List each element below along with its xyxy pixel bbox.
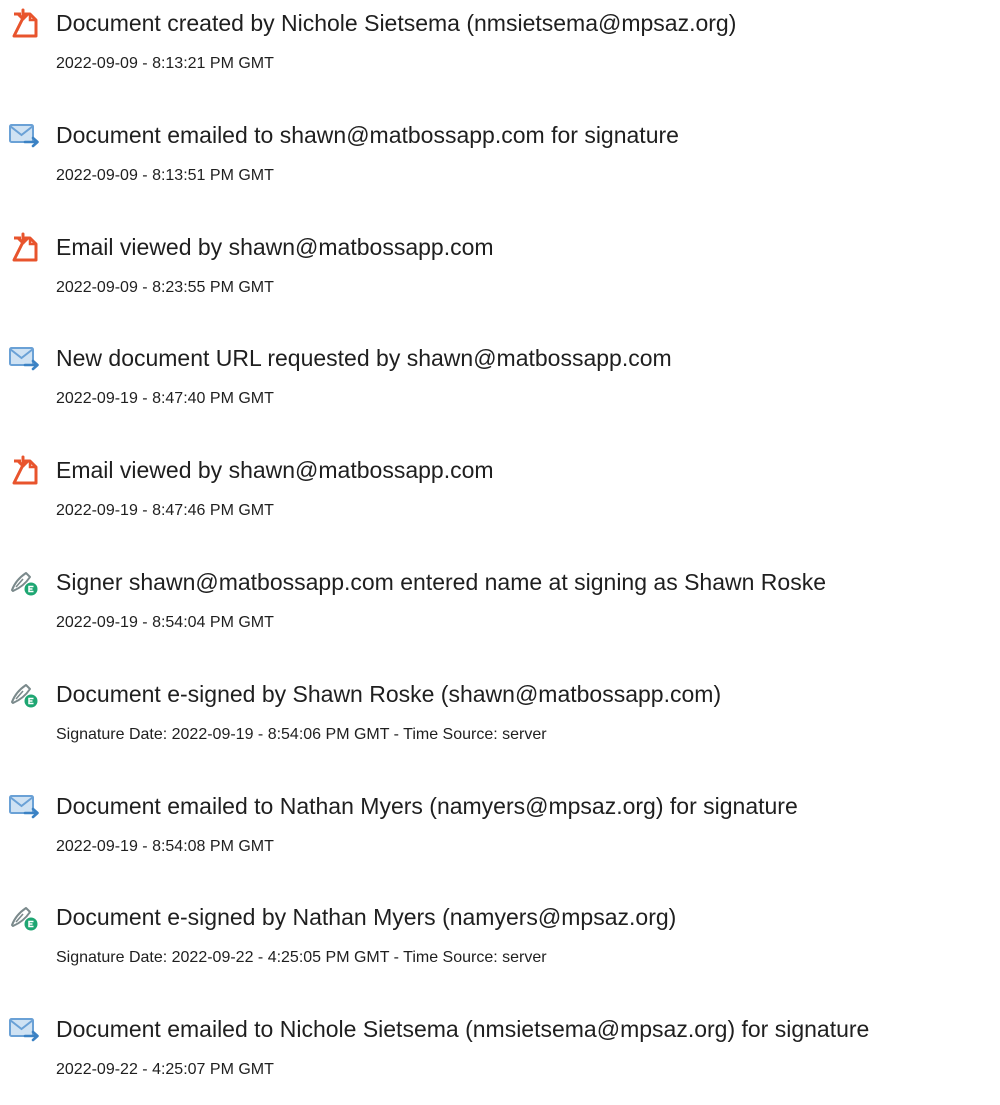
entry-signature-date: Signature Date: 2022-09-19 - 8:54:06 PM … — [56, 726, 547, 743]
entry-title: Document emailed to Nichole Sietsema (nm… — [56, 1016, 870, 1042]
esign-pen-icon — [8, 567, 42, 597]
log-entry: Signer shawn@matbossapp.com entered name… — [0, 565, 1000, 645]
email-sent-icon — [8, 120, 42, 150]
entry-title: Document e-signed by Shawn Roske (shawn@… — [56, 681, 722, 707]
email-sent-icon — [8, 791, 42, 821]
entry-signature-date: Signature Date: 2022-09-22 - 4:25:05 PM … — [56, 949, 547, 966]
log-entry: Document created by Nichole Sietsema (nm… — [0, 6, 1000, 86]
entry-timestamp: 2022-09-09 - 8:13:21 PM GMT — [56, 55, 274, 72]
log-entry: New document URL requested by shawn@matb… — [0, 341, 1000, 421]
log-entry: Document e-signed by Shawn Roske (shawn@… — [0, 677, 1000, 757]
entry-title: Email viewed by shawn@matbossapp.com — [56, 457, 494, 483]
log-entry: Email viewed by shawn@matbossapp.com 202… — [0, 230, 1000, 310]
entry-timestamp: 2022-09-09 - 8:23:55 PM GMT — [56, 279, 274, 296]
log-entry: Document emailed to Nathan Myers (namyer… — [0, 789, 1000, 869]
log-entry: Email viewed by shawn@matbossapp.com 202… — [0, 453, 1000, 533]
entry-title: Email viewed by shawn@matbossapp.com — [56, 234, 494, 260]
entry-title: Signer shawn@matbossapp.com entered name… — [56, 569, 826, 595]
entry-timestamp: 2022-09-19 - 8:54:08 PM GMT — [56, 838, 274, 855]
log-entry: Document emailed to Nichole Sietsema (nm… — [0, 1012, 1000, 1092]
esign-pen-icon — [8, 679, 42, 709]
entry-title: Document emailed to Nathan Myers (namyer… — [56, 793, 798, 819]
entry-title: Document created by Nichole Sietsema (nm… — [56, 10, 737, 36]
entry-title: Document e-signed by Nathan Myers (namye… — [56, 904, 677, 930]
entry-timestamp: 2022-09-22 - 4:25:07 PM GMT — [56, 1061, 274, 1078]
log-entry: Document e-signed by Nathan Myers (namye… — [0, 900, 1000, 980]
entry-title: Document emailed to shawn@matbossapp.com… — [56, 122, 679, 148]
entry-timestamp: 2022-09-19 - 8:47:40 PM GMT — [56, 390, 274, 407]
entry-timestamp: 2022-09-19 - 8:47:46 PM GMT — [56, 502, 274, 519]
log-entry: Document emailed to shawn@matbossapp.com… — [0, 118, 1000, 198]
entry-timestamp: 2022-09-19 - 8:54:04 PM GMT — [56, 614, 274, 631]
email-sent-icon — [8, 343, 42, 373]
document-icon — [8, 232, 42, 262]
esign-pen-icon — [8, 902, 42, 932]
email-sent-icon — [8, 1014, 42, 1044]
document-icon — [8, 8, 42, 38]
entry-title: New document URL requested by shawn@matb… — [56, 345, 672, 371]
document-icon — [8, 455, 42, 485]
entry-timestamp: 2022-09-09 - 8:13:51 PM GMT — [56, 167, 274, 184]
